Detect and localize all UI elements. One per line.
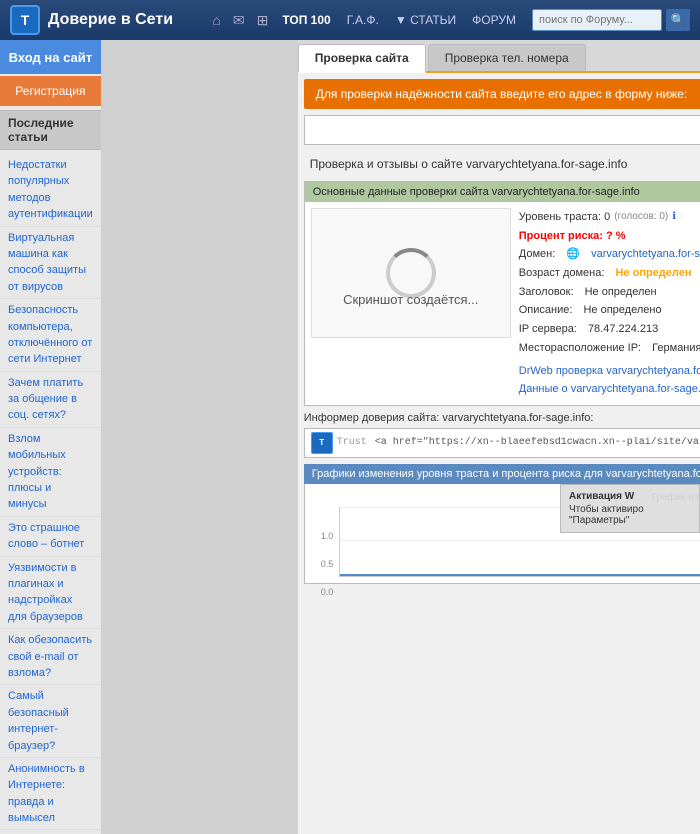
ip-row: IP сервера: 78.47.224.213: [519, 320, 700, 339]
list-item[interactable]: Недостатки популярных методов аутентифик…: [0, 154, 101, 227]
register-button[interactable]: Регистрация: [0, 76, 101, 106]
risk-percent-row: Процент риска: ? %: [519, 227, 700, 246]
trust-badge: Trust: [337, 437, 367, 448]
activation-overlay: Активация W Чтобы активиро "Параметры": [560, 484, 700, 533]
activation-line1: Чтобы активиро: [569, 504, 691, 515]
main-data-body: Скриншот создаётся... Уровень траста: 0 …: [305, 202, 700, 405]
domain-value: varvarychtetyana.for-sage.info: [591, 245, 700, 264]
risk-percent-value: Процент риска: ? %: [519, 227, 626, 246]
informer-code[interactable]: <a href="https://xn--blaeefebsd1cwacn.xn…: [375, 437, 700, 448]
login-button[interactable]: Вход на сайт: [0, 40, 101, 74]
trust-level-row: Уровень траста: 0 (голосов: 0) ℹ: [519, 208, 700, 227]
recent-articles-title: Последние статьи: [0, 110, 101, 150]
tab-check-phone[interactable]: Проверка тел. номера: [428, 44, 586, 71]
y-label-1: 1.0: [321, 531, 334, 541]
age-label: Возраст домена:: [519, 264, 605, 283]
informer-box: T Trust <a href="https://xn--blaeefebsd1…: [304, 428, 700, 458]
url-input[interactable]: [304, 115, 700, 145]
y-label-2: 0.5: [321, 559, 334, 569]
nav-articles[interactable]: ▼ СТАТЬИ: [389, 11, 462, 29]
age-value: Не определен: [615, 264, 691, 283]
list-item[interactable]: Зачем платить за общение в соц. сетях?: [0, 372, 101, 428]
home-icon[interactable]: ⌂: [208, 10, 224, 30]
location-row: Месторасположение IP: Германия: [519, 339, 700, 358]
search-input[interactable]: [532, 9, 662, 31]
y-label-3: 0.0: [321, 587, 334, 597]
informer-logo: T: [311, 432, 333, 454]
whois-link[interactable]: Данные о varvarychtetyana.for-sage.info …: [519, 383, 700, 395]
nav-gaf[interactable]: Г.А.Ф.: [341, 11, 385, 29]
tabs: Проверка сайта Проверка тел. номера: [298, 40, 700, 73]
informer-section: Информер доверия сайта: varvarychtetyana…: [304, 412, 700, 458]
header: T Доверие в Сети ⌂ ✉ ⊞ ТОП 100 Г.А.Ф. ▼ …: [0, 0, 700, 40]
sidebar: Вход на сайт Регистрация Последние стать…: [0, 40, 101, 834]
tab-check-site[interactable]: Проверка сайта: [298, 44, 426, 73]
trust-votes: (голосов: 0): [614, 208, 668, 225]
main-data-box: Основные данные проверки сайта varvarych…: [304, 181, 700, 406]
grid-icon[interactable]: ⊞: [253, 10, 273, 31]
results-title: Проверка и отзывы о сайте varvarychtetya…: [298, 151, 700, 177]
trust-help-icon[interactable]: ℹ: [672, 208, 676, 225]
list-item[interactable]: Виртуальная машина как способ защиты от …: [0, 227, 101, 300]
check-form: ПРОВЕРКА САЙТА: [304, 115, 700, 145]
graph-header: Графики изменения уровня траста и процен…: [304, 464, 700, 484]
mail-icon[interactable]: ✉: [229, 10, 249, 31]
domain-row: Домен: 🌐 varvarychtetyana.for-sage.info: [519, 245, 700, 264]
list-item[interactable]: Безопасность компьютера, отключённого от…: [0, 299, 101, 372]
logo-icon: T: [10, 5, 40, 35]
list-item[interactable]: Анонимность в Интернете: правда и вымысе…: [0, 758, 101, 831]
content-wrapper: Вход на сайт Регистрация Последние стать…: [0, 40, 700, 834]
list-item[interactable]: Самый безопасный интернет-браузер?: [0, 685, 101, 758]
ip-label: IP сервера:: [519, 320, 577, 339]
description-value: Не определено: [583, 301, 661, 320]
list-item[interactable]: Это страшное слово – ботнет: [0, 517, 101, 557]
nav-top100[interactable]: ТОП 100: [276, 11, 336, 29]
title-value: Не определен: [585, 283, 657, 302]
trust-level-label: Уровень траста: 0: [519, 208, 610, 227]
screenshot-label: Скриншот создаётся...: [343, 292, 478, 307]
logo-area: T Доверие в Сети: [10, 5, 198, 35]
list-item[interactable]: Взлом мобильных устройств: плюсы и минус…: [0, 428, 101, 517]
ip-value: 78.47.224.213: [588, 320, 658, 339]
description-label: Описание:: [519, 301, 573, 320]
info-bar: Для проверки надёжности сайта введите ег…: [304, 79, 700, 109]
domain-icon: 🌐: [566, 245, 580, 264]
screenshot-area: Скриншот создаётся...: [311, 208, 511, 338]
informer-title: Информер доверия сайта: varvarychtetyana…: [304, 412, 700, 424]
location-value: Германия: [652, 339, 700, 358]
location-label: Месторасположение IP:: [519, 339, 641, 358]
main-content: Проверка сайта Проверка тел. номера Для …: [298, 40, 700, 834]
domain-label: Домен:: [519, 245, 556, 264]
list-item[interactable]: Уязвимости в плагинах и надстройках для …: [0, 557, 101, 630]
search-button[interactable]: 🔍: [666, 9, 690, 31]
search-area: 🔍: [532, 9, 690, 31]
nav-forum[interactable]: ФОРУМ: [466, 11, 522, 29]
age-row: Возраст домена: Не определен: [519, 264, 700, 283]
list-item[interactable]: Как обезопасить свой e-mail от взлома?: [0, 629, 101, 685]
virus-check-link[interactable]: DrWeb проверка varvarychtetyana.for-sage…: [519, 365, 700, 377]
recent-articles-list: Недостатки популярных методов аутентифик…: [0, 150, 101, 834]
site-title: Доверие в Сети: [48, 11, 173, 29]
nav-area: ⌂ ✉ ⊞ ТОП 100 Г.А.Ф. ▼ СТАТЬИ ФОРУМ: [208, 10, 522, 31]
description-row: Описание: Не определено: [519, 301, 700, 320]
activation-line2: "Параметры": [569, 515, 691, 526]
site-info: Уровень траста: 0 (голосов: 0) ℹ Процент…: [519, 208, 700, 399]
main-data-header: Основные данные проверки сайта varvarych…: [305, 182, 700, 202]
title-label: Заголовок:: [519, 283, 574, 302]
graph-y-labels: 1.0 0.5 0.0: [321, 531, 334, 615]
activation-title: Активация W: [569, 491, 691, 502]
loading-spinner: [386, 248, 436, 298]
title-row: Заголовок: Не определен: [519, 283, 700, 302]
